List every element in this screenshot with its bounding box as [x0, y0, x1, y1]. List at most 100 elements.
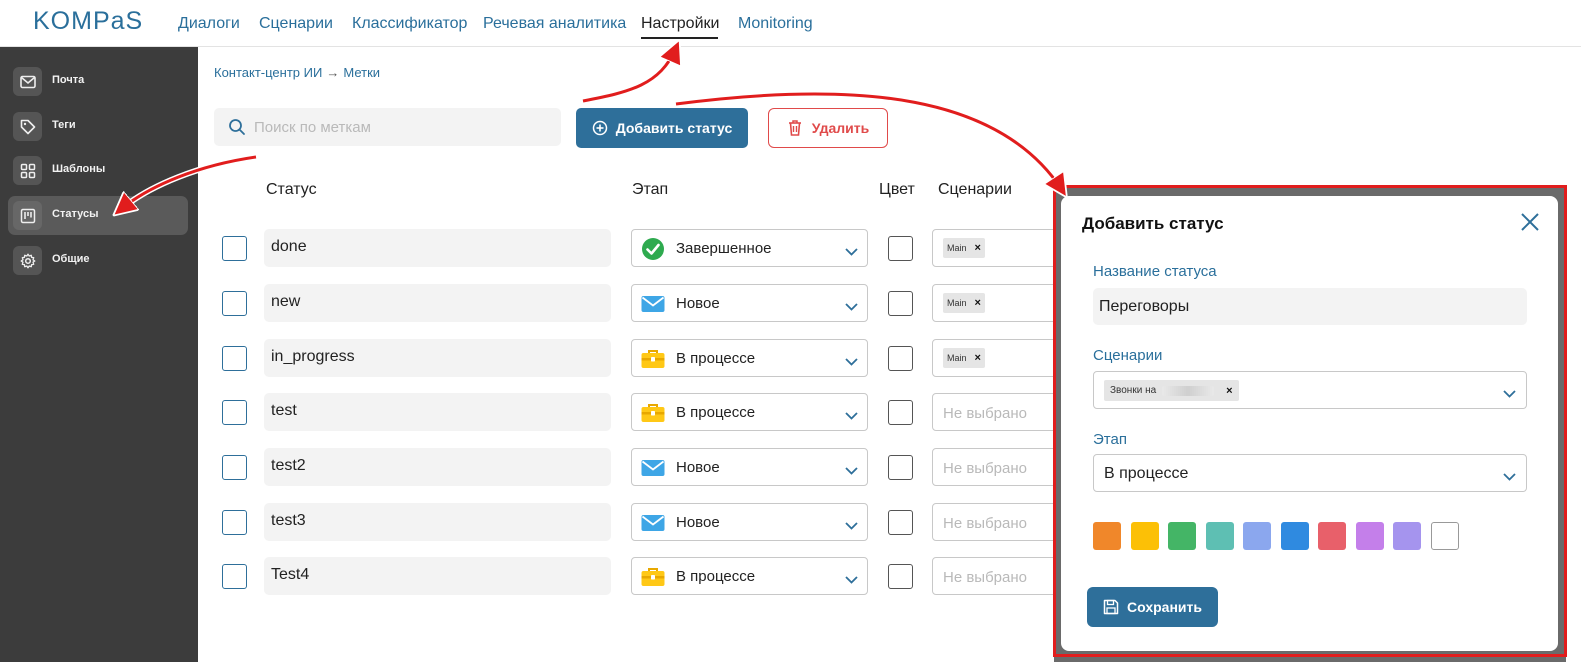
add-status-label: Добавить статус: [615, 120, 733, 136]
color-swatch-button[interactable]: [888, 236, 913, 261]
nav-monitoring[interactable]: Monitoring: [738, 15, 813, 33]
row-checkbox[interactable]: [222, 400, 247, 425]
stage-select[interactable]: В процессе: [631, 557, 868, 595]
add-status-button[interactable]: Добавить статус: [576, 108, 748, 148]
color-swatch[interactable]: [1280, 522, 1309, 550]
stage-select-value: Новое: [676, 295, 720, 312]
color-swatch[interactable]: [1243, 522, 1271, 550]
check-circle-icon: [641, 237, 665, 261]
save-button[interactable]: Сохранить: [1087, 587, 1218, 627]
scenario-placeholder: Не выбрано: [943, 515, 1027, 532]
status-name-cell[interactable]: test: [264, 393, 611, 431]
search-input[interactable]: [254, 108, 554, 146]
color-swatch-button[interactable]: [888, 564, 913, 589]
close-icon[interactable]: [1520, 212, 1540, 232]
color-swatch[interactable]: [1168, 522, 1196, 550]
remove-tag-icon[interactable]: ×: [1226, 385, 1232, 397]
sidebar-item-statuses[interactable]: Статусы: [8, 196, 188, 235]
column-header-scenarios: Сценарии: [938, 181, 1012, 198]
stage-select[interactable]: Новое: [631, 284, 868, 322]
stage-select[interactable]: В процессе: [631, 339, 868, 377]
color-swatch[interactable]: [1093, 522, 1121, 550]
scenarios-select[interactable]: Main ×: [932, 229, 1062, 267]
scenario-tag-label: Main: [947, 353, 967, 363]
scenario-placeholder: Не выбрано: [943, 569, 1027, 586]
stage-select[interactable]: В процессе: [1093, 454, 1527, 492]
color-swatch[interactable]: [1355, 522, 1384, 550]
color-swatch-button[interactable]: [888, 400, 913, 425]
stage-select-value: Новое: [676, 459, 720, 476]
nav-scenarios[interactable]: Сценарии: [259, 15, 333, 33]
row-checkbox[interactable]: [222, 291, 247, 316]
scenarios-select[interactable]: Main ×: [932, 284, 1062, 322]
briefcase-icon: [641, 565, 665, 589]
dialog-title: Добавить статус: [1082, 214, 1224, 233]
status-name-cell[interactable]: done: [264, 229, 611, 267]
chevron-down-icon: [845, 462, 858, 480]
sidebar-item-tags[interactable]: Теги: [8, 107, 188, 146]
color-swatch-button[interactable]: [888, 510, 913, 535]
nav-speech-analytics[interactable]: Речевая аналитика: [483, 15, 626, 33]
sidebar-item-templates[interactable]: Шаблоны: [8, 151, 188, 190]
remove-tag-icon[interactable]: ×: [975, 297, 981, 309]
stage-select-value: В процессе: [676, 404, 756, 421]
remove-tag-icon[interactable]: ×: [975, 352, 981, 364]
color-swatch[interactable]: [1430, 522, 1459, 550]
briefcase-icon: [641, 401, 665, 425]
breadcrumb-parent[interactable]: Контакт-центр ИИ: [214, 65, 322, 80]
scenario-tag-label: Main: [947, 298, 967, 308]
status-name-cell[interactable]: Test4: [264, 557, 611, 595]
row-checkbox[interactable]: [222, 236, 247, 261]
status-name-cell[interactable]: test3: [264, 503, 611, 541]
status-name-cell[interactable]: new: [264, 284, 611, 322]
color-swatch-button[interactable]: [888, 455, 913, 480]
nav-classifier[interactable]: Классификатор: [352, 15, 467, 33]
stage-select-value: Завершенное: [676, 240, 772, 257]
app-window: KOMPaS Диалоги Сценарии Классификатор Ре…: [0, 0, 1581, 662]
status-name-cell[interactable]: test2: [264, 448, 611, 486]
sidebar-item-mail[interactable]: Почта: [8, 62, 188, 101]
color-swatch-button[interactable]: [888, 346, 913, 371]
chevron-down-icon: [1503, 468, 1516, 486]
column-header-color: Цвет: [879, 181, 915, 198]
row-checkbox[interactable]: [222, 455, 247, 480]
status-name-cell[interactable]: in_progress: [264, 339, 611, 377]
remove-tag-icon[interactable]: ×: [975, 242, 981, 254]
scenarios-select[interactable]: Не выбрано: [932, 393, 1062, 431]
row-checkbox[interactable]: [222, 346, 247, 371]
color-swatch[interactable]: [1130, 522, 1159, 550]
color-swatch[interactable]: [1205, 522, 1234, 550]
nav-settings[interactable]: Настройки: [641, 15, 719, 33]
sidebar-item-general[interactable]: Общие: [8, 241, 188, 280]
stage-select[interactable]: Завершенное: [631, 229, 868, 267]
row-checkbox[interactable]: [222, 564, 247, 589]
color-swatch[interactable]: [1393, 522, 1421, 550]
logo[interactable]: KOMPaS: [33, 7, 143, 36]
scenarios-select[interactable]: Не выбрано: [932, 448, 1062, 486]
nav-dialogs[interactable]: Диалоги: [178, 15, 240, 33]
status-name-input[interactable]: [1093, 288, 1527, 325]
chevron-down-icon: [1503, 385, 1516, 403]
delete-button[interactable]: Удалить: [768, 108, 888, 148]
chevron-down-icon: [845, 517, 858, 535]
row-checkbox[interactable]: [222, 510, 247, 535]
arrow-right-icon: →: [326, 65, 340, 80]
delete-label: Удалить: [811, 120, 870, 136]
color-swatch[interactable]: [1318, 522, 1346, 550]
scenarios-select[interactable]: Не выбрано: [932, 503, 1062, 541]
stage-select[interactable]: Новое: [631, 503, 868, 541]
color-swatch-button[interactable]: [888, 291, 913, 316]
search-icon: [228, 118, 246, 141]
save-label: Сохранить: [1127, 599, 1202, 615]
column-header-status: Статус: [266, 181, 317, 198]
scenarios-select[interactable]: Main ×: [932, 339, 1062, 377]
scenarios-select[interactable]: Не выбрано: [932, 557, 1062, 595]
envelope-icon: [641, 511, 665, 535]
scenario-tag: Звонки на ×: [1104, 380, 1239, 401]
stage-select[interactable]: Новое: [631, 448, 868, 486]
stage-select-value: В процессе: [1104, 465, 1189, 482]
scenarios-select[interactable]: Звонки на ×: [1093, 371, 1527, 409]
scenarios-label: Сценарии: [1093, 347, 1163, 364]
breadcrumb-current: Метки: [343, 65, 381, 80]
stage-select[interactable]: В процессе: [631, 393, 868, 431]
